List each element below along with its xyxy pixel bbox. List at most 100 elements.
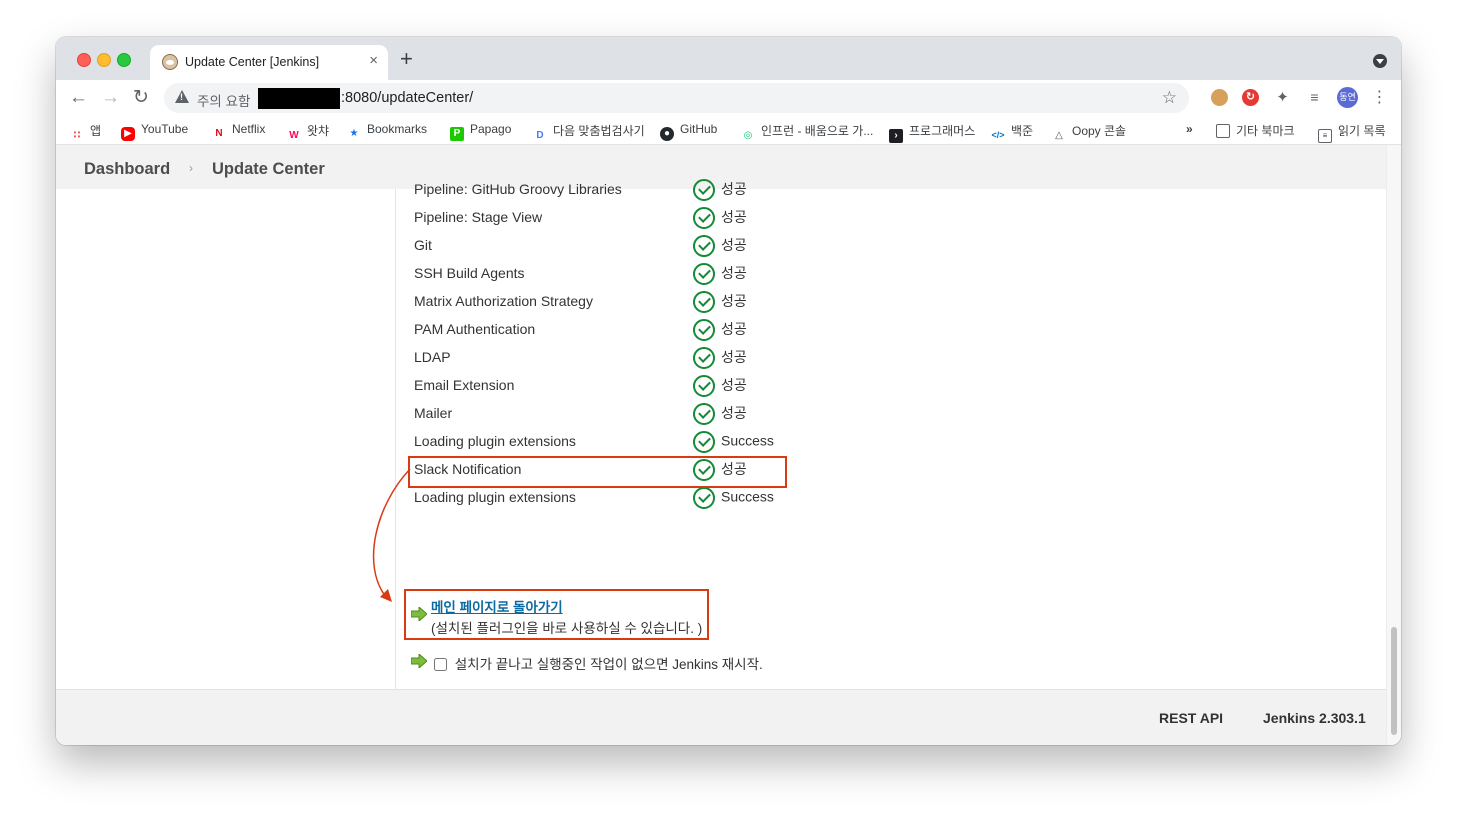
reload-icon[interactable]: ↻ <box>133 87 149 109</box>
tab-search-icon[interactable] <box>1373 54 1387 68</box>
plugin-status: 성공 <box>693 263 747 287</box>
plugin-name: Matrix Authorization Strategy <box>414 293 593 309</box>
bookmarks-overflow-button[interactable]: » <box>1186 122 1193 136</box>
papago-icon: P <box>450 127 464 141</box>
page-footer: REST API Jenkins 2.303.1 <box>56 689 1386 745</box>
tab-update-center[interactable]: Update Center [Jenkins] × <box>150 45 388 80</box>
new-tab-button[interactable]: + <box>400 48 413 70</box>
netflix-icon: N <box>215 128 223 139</box>
restart-label: 설치가 끝나고 실행중인 작업이 없으면 Jenkins 재시작. <box>454 657 763 672</box>
warning-icon <box>175 90 189 103</box>
reading-list-icon: ≡ <box>1318 129 1332 143</box>
rest-api-link[interactable]: REST API <box>1159 710 1223 726</box>
browser-window: Update Center [Jenkins] × + ← → ↻ 주의 요함 … <box>56 37 1401 745</box>
scrollbar-thumb[interactable] <box>1391 627 1397 735</box>
extensions-puzzle-icon[interactable]: ✦ <box>1274 89 1291 106</box>
redacted-host <box>258 88 340 109</box>
success-check-icon <box>693 179 715 202</box>
programmers-icon: › <box>889 129 903 143</box>
breadcrumb-update-center[interactable]: Update Center <box>212 160 325 179</box>
breadcrumb-dashboard[interactable]: Dashboard <box>84 160 170 179</box>
plugin-name: Pipeline: Stage View <box>414 209 543 225</box>
plugin-status: 성공 <box>693 403 747 427</box>
star-icon: ★ <box>349 128 359 139</box>
folder-icon <box>1216 124 1230 138</box>
tab-strip: Update Center [Jenkins] × + <box>56 37 1401 80</box>
forward-icon[interactable]: → <box>101 87 120 109</box>
bookmark-baekjoon[interactable]: </> 백준 <box>991 122 1033 142</box>
bookmark-other[interactable]: 기타 북마크 <box>1216 122 1295 139</box>
restart-checkbox[interactable] <box>434 658 447 671</box>
plugin-name: Email Extension <box>414 377 515 393</box>
bookmark-papago[interactable]: P Papago <box>450 122 511 141</box>
jenkins-page: Dashboard › Update Center Pipeline: GitH… <box>56 145 1386 745</box>
back-to-main-link[interactable]: 메인 페이지로 돌아가기 <box>431 596 563 616</box>
plugin-status: 성공 <box>693 179 747 203</box>
bookmark-daum[interactable]: D 다음 맞춤법검사기 <box>533 122 644 143</box>
watcha-icon: W <box>289 130 299 141</box>
success-check-icon <box>693 235 715 258</box>
browser-menu-icon[interactable]: ⋮ <box>1371 89 1388 106</box>
security-warning[interactable]: 주의 요함 <box>197 90 250 110</box>
success-check-icon <box>693 319 715 342</box>
bookmark-bookmarks[interactable]: ★ Bookmarks <box>347 122 428 141</box>
bookmarks-bar: ∷ 앱 ▶ YouTube N Netflix W 왓챠 ★ Bookmarks P Pap… <box>56 116 1401 145</box>
plugin-status: 성공 <box>693 291 747 315</box>
daum-icon: D <box>536 130 544 141</box>
bookmark-star-icon[interactable]: ☆ <box>1162 88 1177 108</box>
plugin-name: LDAP <box>414 349 451 365</box>
plugin-status: 성공 <box>693 375 747 399</box>
success-check-icon <box>693 291 715 314</box>
page-scrollbar[interactable] <box>1386 145 1401 745</box>
url-text[interactable]: :8080/updateCenter/ <box>341 90 473 106</box>
go-arrow-icon <box>411 607 427 621</box>
bookmark-apps[interactable]: ∷ 앱 <box>70 122 102 143</box>
success-check-icon <box>693 431 715 453</box>
slack-highlight-box <box>408 456 787 488</box>
go-arrow-icon <box>411 654 427 668</box>
inflearn-icon: ◎ <box>743 130 753 141</box>
bookmark-oopy[interactable]: △ Oopy 콘솔 <box>1052 122 1126 143</box>
plugin-name: Pipeline: GitHub Groovy Libraries <box>414 181 622 197</box>
cookie-extension-icon[interactable] <box>1211 89 1228 106</box>
media-queue-icon[interactable]: ≡ <box>1306 89 1323 106</box>
apps-grid-icon: ∷ <box>73 130 81 141</box>
breadcrumb-separator: › <box>189 161 193 175</box>
bookmark-reading-list[interactable]: ≡ 읽기 목록 <box>1318 122 1386 143</box>
plugin-status: 성공 <box>693 319 747 343</box>
success-check-icon <box>693 487 715 509</box>
profile-avatar[interactable]: 동연 <box>1337 87 1358 108</box>
success-check-icon <box>693 403 715 426</box>
main-link-description: (설치된 플러그인을 바로 사용하실 수 있습니다. ) <box>431 621 703 636</box>
bookmark-youtube[interactable]: ▶ YouTube <box>121 122 188 141</box>
plugin-name: Loading plugin extensions <box>414 433 576 449</box>
jenkins-version-link[interactable]: Jenkins 2.303.1 <box>1263 710 1366 726</box>
back-icon[interactable]: ← <box>69 87 88 109</box>
plugin-name: PAM Authentication <box>414 321 536 337</box>
success-check-icon <box>693 347 715 370</box>
restart-option[interactable]: 설치가 끝나고 실행중인 작업이 없으면 Jenkins 재시작. <box>434 653 763 673</box>
plugin-name: Loading plugin extensions <box>414 489 576 505</box>
browser-toolbar: ← → ↻ 주의 요함 :8080/updateCenter/ ☆ ↻ ✦ ≡ … <box>56 80 1401 116</box>
bookmark-netflix[interactable]: N Netflix <box>212 122 265 141</box>
maximize-window-button[interactable] <box>117 53 131 67</box>
address-bar[interactable]: 주의 요함 :8080/updateCenter/ ☆ <box>164 83 1189 113</box>
bookmark-inflearn[interactable]: ◎ 인프런 - 배움으로 가... <box>741 122 874 143</box>
plugin-status: Success <box>693 431 774 455</box>
plugin-name: Mailer <box>414 405 453 421</box>
close-window-button[interactable] <box>77 53 91 67</box>
plugin-name: Git <box>414 237 432 253</box>
plugin-status: 성공 <box>693 235 747 259</box>
bookmark-programmers[interactable]: › 프로그래머스 <box>889 122 975 143</box>
bookmark-watcha[interactable]: W 왓챠 <box>287 122 329 143</box>
oopy-icon: △ <box>1055 130 1063 141</box>
plugin-status: 성공 <box>693 347 747 371</box>
success-check-icon <box>693 375 715 398</box>
plugin-status: Success <box>693 487 774 511</box>
bookmark-github[interactable]: ● GitHub <box>660 122 717 141</box>
success-check-icon <box>693 207 715 230</box>
refresh-extension-icon[interactable]: ↻ <box>1242 89 1259 106</box>
success-check-icon <box>693 263 715 286</box>
tab-close-icon[interactable]: × <box>369 53 378 69</box>
minimize-window-button[interactable] <box>97 53 111 67</box>
